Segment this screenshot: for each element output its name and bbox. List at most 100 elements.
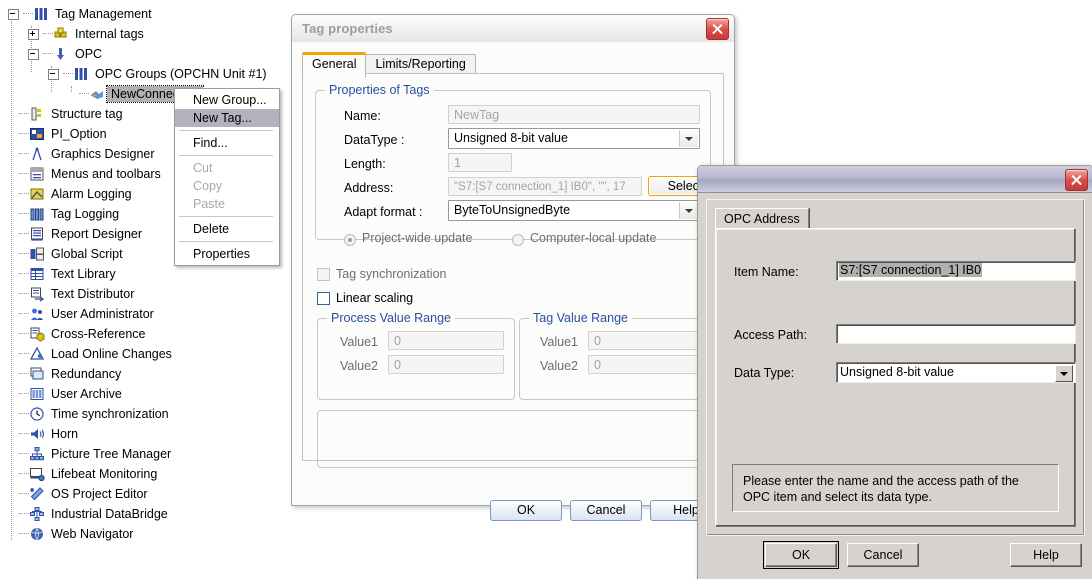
- tree-connector: [19, 273, 29, 275]
- tree-item-cross-reference[interactable]: Cross-Reference: [8, 324, 145, 344]
- tree-item-web-navigator[interactable]: Web Navigator: [8, 524, 133, 544]
- tab-general[interactable]: General: [302, 52, 367, 77]
- tree-item-global-script[interactable]: Global Script: [8, 244, 123, 264]
- tree-connector: [19, 193, 29, 195]
- tree-connector: [19, 353, 29, 355]
- tag-value1-field[interactable]: 0: [588, 331, 704, 350]
- properties-of-tags-label: Properties of Tags: [325, 83, 434, 97]
- name-field[interactable]: NewTag: [448, 105, 700, 124]
- message-area: [317, 410, 709, 468]
- collapse-icon[interactable]: [8, 8, 19, 20]
- tag-value2-field[interactable]: 0: [588, 355, 704, 374]
- tree-item-label: Menus and toolbars: [51, 167, 161, 181]
- tree-item-pi-option[interactable]: PI_Option: [8, 124, 107, 144]
- user-administrator-icon: [29, 306, 45, 322]
- datatype-combo[interactable]: Unsigned 8-bit value: [448, 128, 700, 149]
- tag-value2-label: Value2: [540, 359, 578, 373]
- tree-item-label: Alarm Logging: [51, 187, 132, 201]
- close-icon[interactable]: [706, 18, 729, 40]
- info-message: Please enter the name and the access pat…: [732, 464, 1059, 512]
- linear-scaling-checkbox[interactable]: [317, 292, 330, 305]
- tree-connector: [19, 453, 29, 455]
- tag-properties-tabstrip[interactable]: General Limits/Reporting: [302, 52, 476, 77]
- web-navigator-icon: [29, 526, 45, 542]
- tree-item-report-designer[interactable]: Report Designer: [8, 224, 142, 244]
- menu-item-properties[interactable]: Properties: [175, 245, 279, 263]
- menu-item-find[interactable]: Find...: [175, 134, 279, 152]
- tag-synchronization-label: Tag synchronization: [336, 267, 447, 281]
- tree-item-label: PI_Option: [51, 127, 107, 141]
- tag-ok-button[interactable]: OK: [490, 500, 562, 521]
- project-wide-update-radio[interactable]: [344, 234, 356, 246]
- tree-item-label: Tag Management: [55, 7, 152, 21]
- tab-opc-address[interactable]: OPC Address: [715, 208, 809, 230]
- close-icon[interactable]: [1065, 169, 1088, 191]
- tree-item-horn[interactable]: Horn: [8, 424, 78, 444]
- access-path-field[interactable]: [836, 324, 1076, 344]
- tag-properties-titlebar[interactable]: Tag properties: [292, 15, 734, 43]
- opc-address-titlebar[interactable]: [698, 166, 1092, 193]
- process-value1-field[interactable]: 0: [388, 331, 504, 350]
- opc-help-button[interactable]: Help: [1010, 543, 1082, 567]
- datatype-combo-value: Unsigned 8-bit value: [454, 131, 568, 145]
- menu-item-new-group[interactable]: New Group...: [175, 91, 279, 109]
- datatype-label: DataType :: [344, 133, 405, 147]
- chevron-down-icon[interactable]: [679, 130, 698, 147]
- item-name-field[interactable]: S7:[S7 connection_1] IB0: [836, 261, 1076, 281]
- tree-connector: [19, 113, 29, 115]
- expand-icon[interactable]: [28, 28, 39, 40]
- tree-connector: [19, 413, 29, 415]
- tree-item-text-distributor[interactable]: Text Distributor: [8, 284, 134, 304]
- opc-cancel-button[interactable]: Cancel: [847, 543, 919, 567]
- tag-cancel-button[interactable]: Cancel: [570, 500, 642, 521]
- address-field[interactable]: "S7:[S7 connection_1] IB0", "", 17: [448, 177, 642, 196]
- tree-item-opc-groups-opchn-unit-1[interactable]: OPC Groups (OPCHN Unit #1): [48, 64, 267, 84]
- tree-connector: [19, 173, 29, 175]
- tree-connector: [19, 493, 29, 495]
- chevron-down-icon[interactable]: [1055, 365, 1073, 382]
- tab-limits-reporting[interactable]: Limits/Reporting: [365, 54, 476, 75]
- tree-item-graphics-designer[interactable]: Graphics Designer: [8, 144, 155, 164]
- tree-item-label: Report Designer: [51, 227, 143, 241]
- opc-groups-icon: [73, 66, 89, 82]
- menu-separator: [179, 241, 273, 242]
- tree-item-structure-tag[interactable]: Structure tag: [8, 104, 123, 124]
- tree-item-tag-logging[interactable]: Tag Logging: [8, 204, 119, 224]
- opc-address-body: OPC Address Item Name: S7:[S7 connection…: [706, 199, 1085, 536]
- tab-page-opc-address: Item Name: S7:[S7 connection_1] IB0 Acce…: [715, 228, 1076, 527]
- tree-item-os-project-editor[interactable]: OS Project Editor: [8, 484, 148, 504]
- tree-item-redundancy[interactable]: Redundancy: [8, 364, 121, 384]
- tree-item-label: Picture Tree Manager: [51, 447, 172, 461]
- tree-item-user-administrator[interactable]: User Administrator: [8, 304, 154, 324]
- tree-item-load-online-changes[interactable]: Load Online Changes: [8, 344, 172, 364]
- collapse-icon[interactable]: [48, 68, 59, 80]
- computer-local-update-radio[interactable]: [512, 234, 524, 246]
- tree-item-time-synchronization[interactable]: Time synchronization: [8, 404, 169, 424]
- tree-item-menus-and-toolbars[interactable]: Menus and toolbars: [8, 164, 161, 184]
- tree-item-user-archive[interactable]: User Archive: [8, 384, 122, 404]
- menu-item-new-tag[interactable]: New Tag...: [175, 109, 279, 127]
- context-menu[interactable]: New Group... New Tag... Find... Cut Copy Past…: [174, 88, 280, 266]
- tree-item-industrial-databridge[interactable]: Industrial DataBridge: [8, 504, 168, 524]
- cross-reference-icon: [29, 326, 45, 342]
- tree-connector: [19, 233, 29, 235]
- length-field[interactable]: 1: [448, 153, 512, 172]
- tree-item-label: Web Navigator: [51, 527, 134, 541]
- tag-synchronization-checkbox[interactable]: [317, 268, 330, 281]
- tree-item-internal-tags[interactable]: Internal tags: [28, 24, 144, 44]
- collapse-icon[interactable]: [28, 48, 39, 60]
- tree-item-lifebeat-monitoring[interactable]: Lifebeat Monitoring: [8, 464, 157, 484]
- tree-item-label: Structure tag: [51, 107, 123, 121]
- adapt-format-combo[interactable]: ByteToUnsignedByte: [448, 200, 700, 221]
- opc-ok-button[interactable]: OK: [763, 541, 839, 569]
- tree-item-picture-tree-manager[interactable]: Picture Tree Manager: [8, 444, 171, 464]
- tree-item-opc[interactable]: OPC: [28, 44, 102, 64]
- process-value2-field[interactable]: 0: [388, 355, 504, 374]
- chevron-down-icon[interactable]: [679, 202, 698, 219]
- tree-item-alarm-logging[interactable]: Alarm Logging: [8, 184, 132, 204]
- tree-item-text-library[interactable]: Text Library: [8, 264, 116, 284]
- menu-item-delete[interactable]: Delete: [175, 220, 279, 238]
- project-tree[interactable]: Tag Management Internal tags OPC OPC Groups…: [0, 0, 291, 579]
- data-type-combo[interactable]: Unsigned 8-bit value: [836, 362, 1076, 383]
- tree-item-tag-management[interactable]: Tag Management: [8, 4, 152, 24]
